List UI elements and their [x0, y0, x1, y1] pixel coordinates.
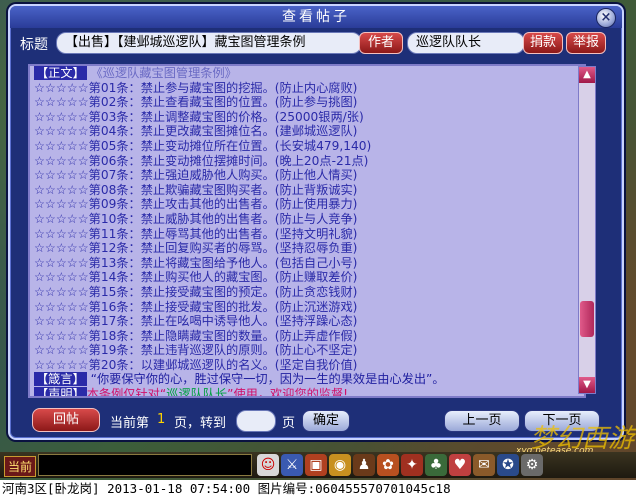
confirm-button[interactable]: 确定 [302, 410, 350, 432]
post-title-field: 【出售】【建邺城巡逻队】藏宝图管理条例 [56, 32, 362, 54]
pet-icon[interactable]: ✿ [377, 454, 399, 476]
treasure-chest-icon[interactable]: ▣ [305, 454, 327, 476]
chat-input[interactable] [38, 454, 252, 476]
rule-line: ☆☆☆☆☆第02条：禁止查看藏宝图的位置。(防止参与挑图) [34, 95, 358, 110]
declaration-tag: 【声明】 [34, 387, 87, 396]
rule-line: ☆☆☆☆☆第06条：禁止变动摊位摆摊时间。(晚上20点-21点) [34, 153, 369, 168]
scroll-down-arrow-icon[interactable]: ▼ [579, 377, 595, 393]
rule-line: ☆☆☆☆☆第04条：禁止更改藏宝图摊位名。(建邺城巡逻队) [34, 124, 358, 139]
settings-gear-icon[interactable]: ⚙ [521, 454, 543, 476]
header-text: 《巡逻队藏宝图管理条例》 [90, 66, 237, 80]
quest-icon[interactable]: ✉ [473, 454, 495, 476]
prev-page-button[interactable]: 上一页 [444, 410, 520, 432]
rule-line: ☆☆☆☆☆第19条：禁止违背巡逻队的原则。(防止心不坚定) [34, 343, 358, 358]
donate-button[interactable]: 捐款 [523, 32, 563, 54]
system-icon[interactable]: ✪ [497, 454, 519, 476]
declaration-team: 巡逻队队长 [166, 387, 228, 398]
rule-line: ☆☆☆☆☆第15条：禁止接受藏宝图的预定。(防止贪恋钱财) [34, 284, 358, 299]
rule-line: ☆☆☆☆☆第12条：禁止回复购买者的辱骂。(坚持忍辱负重) [34, 241, 358, 256]
rule-line: ☆☆☆☆☆第01条：禁止参与藏宝图的挖掘。(防止内心腐败) [34, 80, 358, 95]
rule-line: ☆☆☆☆☆第08条：禁止欺骗藏宝图购买者。(防止背叛诚实) [34, 182, 358, 197]
friends-icon[interactable]: ♥ [449, 454, 471, 476]
declaration-line: 【声明】 本条例仅针对“巡逻队队长”使用，欢迎您的监督! [30, 387, 584, 398]
rule-line: ☆☆☆☆☆第07条：禁止强迫威胁他人购买。(防止他人情买) [34, 168, 358, 183]
chat-channel-label[interactable]: 当前 [4, 456, 37, 477]
page-suffix-label: 页 [282, 416, 296, 431]
window-title: 查看帖子 [10, 6, 622, 28]
motto-line: 【箴言】 “你要保守你的心，胜过保守一切，因为一生的果效是由心发出”。 [30, 372, 584, 387]
goto-page-input[interactable] [236, 410, 276, 432]
rule-line: ☆☆☆☆☆第20条：以建邺城巡逻队的名义。(坚定自我价值) [34, 357, 358, 372]
skill-icon[interactable]: ✦ [401, 454, 423, 476]
header-tag: 【正文】 [34, 66, 87, 80]
rule-line: ☆☆☆☆☆第16条：禁止接受藏宝图的批发。(防止沉迷游戏) [34, 299, 358, 314]
post-content: 【正文】 《巡逻队藏宝图管理条例》 ☆☆☆☆☆第01条：禁止参与藏宝图的挖掘。(… [28, 64, 586, 398]
rule-line: ☆☆☆☆☆第13条：禁止将藏宝图给予他人。(包括自己小号) [34, 255, 358, 270]
content-header: 【正文】 《巡逻队藏宝图管理条例》 [30, 66, 584, 81]
rule-line: ☆☆☆☆☆第05条：禁止变动摊位所在位置。(长安城479,140) [34, 138, 372, 153]
rule-line: ☆☆☆☆☆第09条：禁止攻击其他的出售者。(防止使用暴力) [34, 197, 358, 212]
scroll-up-arrow-icon[interactable]: ▲ [579, 67, 595, 83]
rule-line: ☆☆☆☆☆第03条：禁止调整藏宝图的价格。(25000银两/张) [34, 109, 364, 124]
motto-tag: 【箴言】 [34, 372, 87, 387]
rule-line: ☆☆☆☆☆第11条：禁止辱骂其他的出售者。(坚持文明礼貌) [34, 226, 358, 241]
sword-icon[interactable]: ⚔ [281, 454, 303, 476]
declaration-pre: 本条例仅针对“ [86, 387, 167, 398]
title-label: 标题 [20, 37, 48, 53]
author-button[interactable]: 作者 [359, 32, 403, 54]
author-field: 巡逻队队长 [407, 32, 525, 54]
close-button[interactable]: × [596, 8, 616, 28]
scroll-thumb[interactable] [580, 301, 594, 337]
declaration-post: ”使用，欢迎您的监督! [227, 387, 349, 398]
reply-button[interactable]: 回帖 [32, 408, 100, 432]
character-icon[interactable]: ♟ [353, 454, 375, 476]
report-button[interactable]: 举报 [566, 32, 606, 54]
rule-line: ☆☆☆☆☆第14条：禁止购买他人的藏宝图。(防止赚取差价) [34, 270, 358, 285]
rule-line: ☆☆☆☆☆第10条：禁止威胁其他的出售者。(防止与人竞争) [34, 211, 358, 226]
status-bar: 河南3区[卧龙岗] 2013-01-18 07:54:00 图片编号:06045… [0, 480, 636, 498]
content-scrollbar[interactable]: ▲ ▼ [578, 66, 596, 394]
face-icon[interactable]: ☺ [257, 454, 279, 476]
goto-label: 页，转到 [174, 416, 227, 431]
current-page-number: 1 [157, 412, 166, 427]
bag-icon[interactable]: ◉ [329, 454, 351, 476]
current-page-label: 当前第 [110, 416, 150, 431]
hud-toolbar: ☺ ⚔ ▣ ◉ ♟ ✿ ✦ ♣ ♥ ✉ ✪ ⚙ [256, 452, 544, 478]
motto-text: “你要保守你的心，胜过保守一切，因为一生的果效是由心发出”。 [90, 372, 445, 387]
rule-line: ☆☆☆☆☆第18条：禁止隐瞒藏宝图的数量。(防止弄虚作假) [34, 328, 358, 343]
rule-line: ☆☆☆☆☆第17条：禁止在吆喝中诱导他人。(坚持浮躁心态) [34, 314, 358, 329]
team-icon[interactable]: ♣ [425, 454, 447, 476]
